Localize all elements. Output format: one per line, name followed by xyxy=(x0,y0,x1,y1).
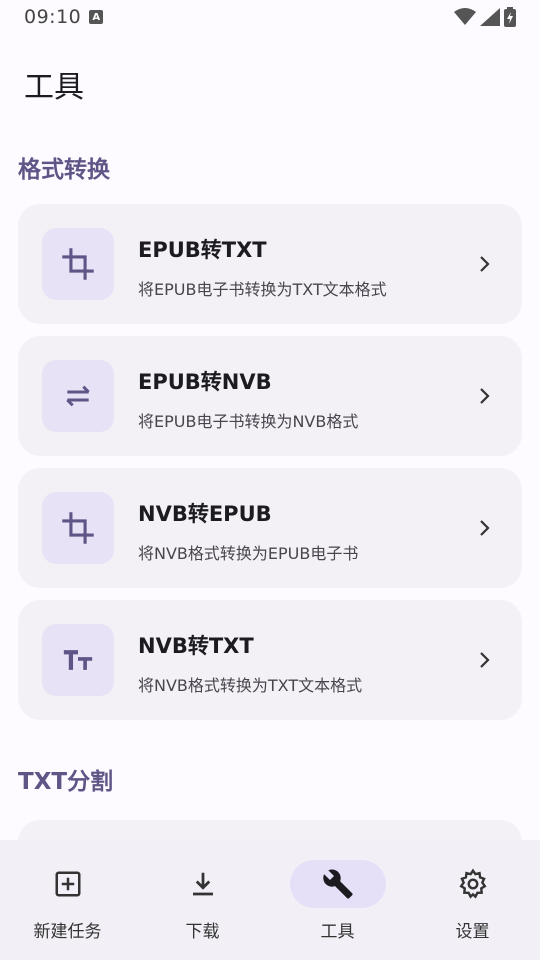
wifi-icon xyxy=(454,8,476,25)
tool-card-epub-to-txt[interactable]: EPUB转TXT 将EPUB电子书转换为TXT文本格式 xyxy=(18,204,522,324)
status-icons xyxy=(454,7,516,27)
nav-label: 工具 xyxy=(320,922,355,942)
section-title-txt-split: TXT分割 xyxy=(18,769,114,795)
cellular-signal-icon xyxy=(480,8,500,26)
nav-label: 新建任务 xyxy=(33,922,102,942)
nav-label: 设置 xyxy=(455,922,490,942)
nav-label: 下载 xyxy=(185,922,220,942)
tool-card-nvb-to-txt[interactable]: NVB转TXT 将NVB格式转换为TXT文本格式 xyxy=(18,600,522,720)
download-icon xyxy=(155,860,251,908)
tool-card-nvb-to-epub[interactable]: NVB转EPUB 将NVB格式转换为EPUB电子书 xyxy=(18,468,522,588)
status-indicator-icon: A xyxy=(89,10,104,24)
card-description: 将EPUB电子书转换为TXT文本格式 xyxy=(138,280,387,299)
text-size-icon xyxy=(42,624,114,696)
gear-icon xyxy=(425,860,521,908)
battery-icon xyxy=(504,7,516,27)
chevron-right-icon xyxy=(480,652,490,668)
section-title-format-conversion: 格式转换 xyxy=(18,157,110,183)
card-title: EPUB转TXT xyxy=(138,238,267,262)
chevron-right-icon xyxy=(480,256,490,272)
bottom-navigation: 新建任务 下载 工具 设置 xyxy=(0,840,540,960)
swap-arrows-icon xyxy=(42,360,114,432)
add-box-icon xyxy=(20,860,116,908)
crop-icon xyxy=(42,492,114,564)
nav-item-tools[interactable]: 工具 xyxy=(270,840,405,960)
page-title: 工具 xyxy=(24,70,84,105)
card-title: NVB转TXT xyxy=(138,634,254,658)
card-title: NVB转EPUB xyxy=(138,502,272,526)
wrench-icon xyxy=(289,860,386,908)
chevron-right-icon xyxy=(480,520,490,536)
tool-card-epub-to-nvb[interactable]: EPUB转NVB 将EPUB电子书转换为NVB格式 xyxy=(18,336,522,456)
status-time: 09:10 xyxy=(24,6,82,28)
nav-item-download[interactable]: 下载 xyxy=(135,840,270,960)
card-description: 将NVB格式转换为TXT文本格式 xyxy=(138,676,363,695)
nav-item-settings[interactable]: 设置 xyxy=(405,840,540,960)
card-title: EPUB转NVB xyxy=(138,370,272,394)
card-description: 将NVB格式转换为EPUB电子书 xyxy=(138,544,359,563)
nav-item-new-task[interactable]: 新建任务 xyxy=(0,840,135,960)
chevron-right-icon xyxy=(480,388,490,404)
status-bar: 09:10 A xyxy=(0,0,540,34)
card-description: 将EPUB电子书转换为NVB格式 xyxy=(138,412,359,431)
crop-icon xyxy=(42,228,114,300)
